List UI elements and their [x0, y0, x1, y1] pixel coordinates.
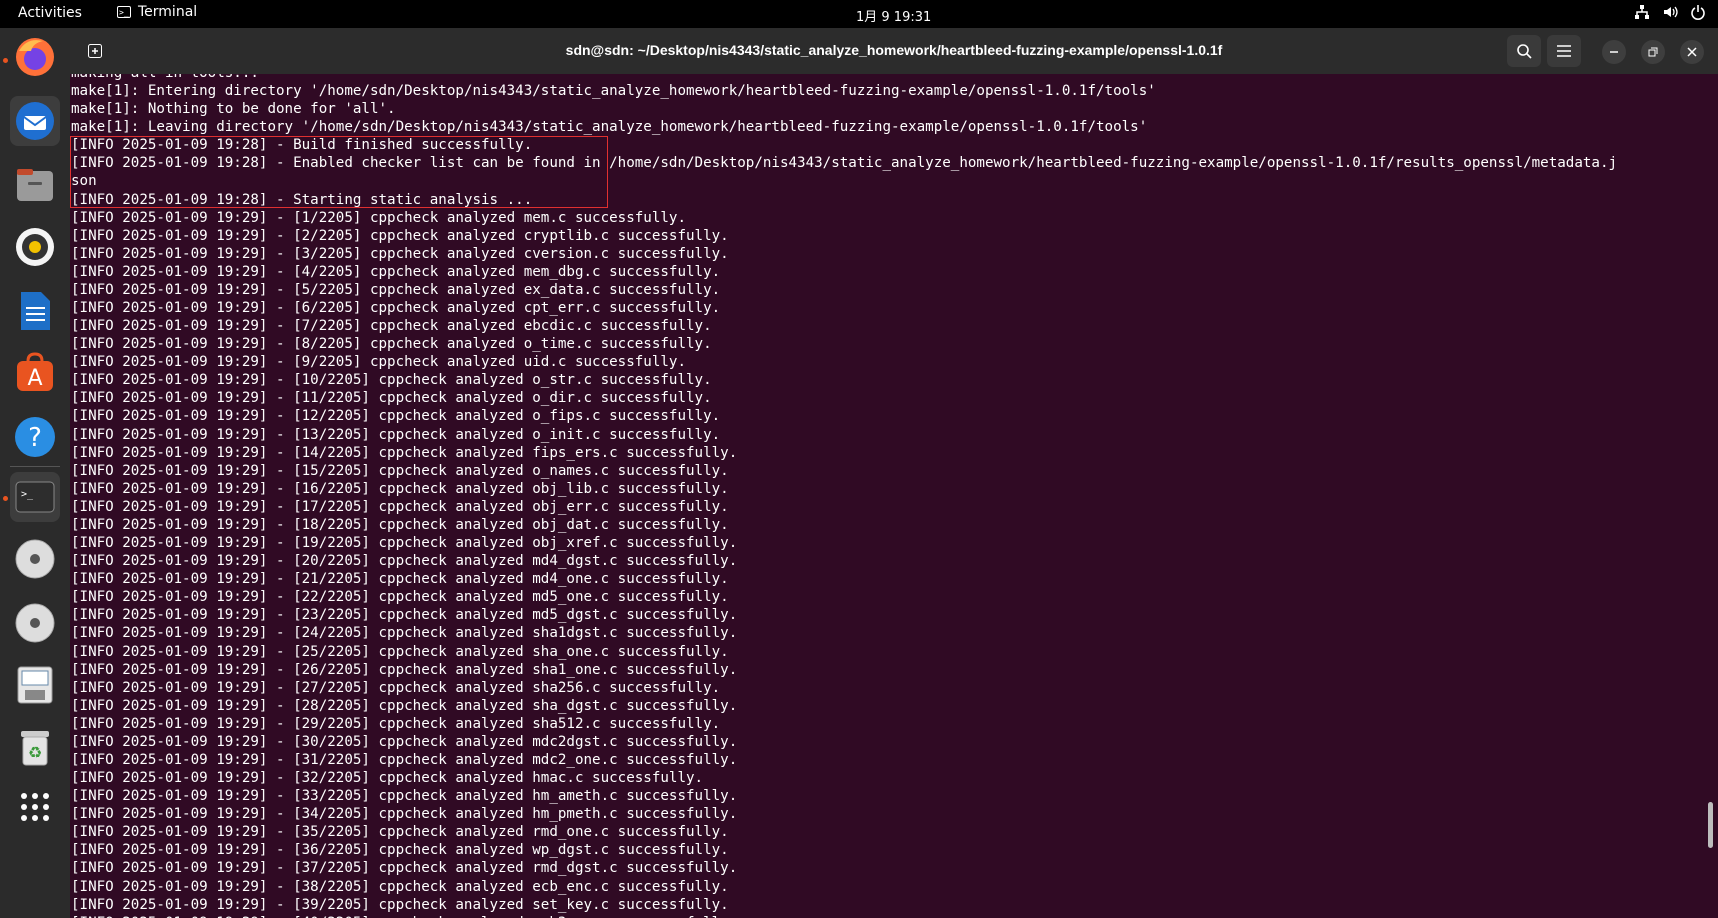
terminal-line: [INFO 2025-01-09 19:29] - [26/2205] cppc… — [71, 661, 738, 678]
help-icon[interactable]: ? — [10, 412, 60, 462]
app-center-icon[interactable]: A — [10, 348, 60, 398]
terminal-line: [INFO 2025-01-09 19:29] - [27/2205] cppc… — [71, 679, 721, 696]
restore-icon — [1648, 47, 1658, 57]
terminal-line: [INFO 2025-01-09 19:29] - [37/2205] cppc… — [71, 860, 738, 877]
terminal-line: [INFO 2025-01-09 19:29] - [30/2205] cppc… — [71, 733, 738, 750]
terminal-line: [INFO 2025-01-09 19:29] - [38/2205] cppc… — [71, 878, 729, 895]
terminal-line: [INFO 2025-01-09 19:29] - [29/2205] cppc… — [71, 715, 721, 732]
terminal-line: [INFO 2025-01-09 19:28] - Starting stati… — [71, 191, 533, 208]
terminal-line: [INFO 2025-01-09 19:29] - [34/2205] cppc… — [71, 806, 738, 823]
dock-separator — [10, 466, 60, 467]
dvd-icon[interactable] — [10, 534, 60, 584]
terminal-line: [INFO 2025-01-09 19:29] - [13/2205] cppc… — [71, 426, 721, 443]
terminal-line: [INFO 2025-01-09 19:29] - [5/2205] cppch… — [71, 281, 721, 298]
maximize-button[interactable] — [1641, 40, 1665, 64]
svg-text:?: ? — [28, 423, 42, 453]
dvd-icon[interactable] — [10, 598, 60, 648]
app-name: Terminal — [138, 4, 198, 20]
save-disk-icon[interactable] — [10, 660, 60, 710]
terminal-line: son — [71, 173, 97, 190]
terminal-line: [INFO 2025-01-09 19:28] - Enabled checke… — [71, 155, 1618, 172]
terminal-line: [INFO 2025-01-09 19:29] - [11/2205] cppc… — [71, 390, 712, 407]
terminal-line: [INFO 2025-01-09 19:29] - [2/2205] cppch… — [71, 227, 729, 244]
terminal-line: make[1]: Leaving directory '/home/sdn/De… — [71, 119, 1148, 136]
terminal-line: [INFO 2025-01-09 19:29] - [3/2205] cppch… — [71, 245, 729, 262]
minimize-icon — [1610, 51, 1618, 53]
system-tray[interactable] — [1634, 4, 1706, 20]
close-button[interactable] — [1680, 40, 1704, 64]
terminal-line: [INFO 2025-01-09 19:29] - [25/2205] cppc… — [71, 643, 729, 660]
terminal-icon[interactable]: >_ — [10, 472, 60, 522]
terminal-app-icon: >_ — [117, 6, 131, 18]
terminal-line: [INFO 2025-01-09 19:29] - [1/2205] cppch… — [71, 209, 686, 226]
dock: A ? >_ ♻ — [0, 28, 70, 918]
terminal-line: [INFO 2025-01-09 19:28] - Build finished… — [71, 137, 533, 154]
terminal-line: [INFO 2025-01-09 19:29] - [14/2205] cppc… — [71, 444, 738, 461]
top-bar: Activities >_ Terminal 1月 9 19:31 — [0, 0, 1718, 28]
minimize-button[interactable] — [1602, 40, 1626, 64]
terminal-line: make[1]: Nothing to be done for 'all'. — [71, 101, 396, 118]
svg-text:♻: ♻ — [28, 743, 42, 762]
trash-icon[interactable]: ♻ — [10, 722, 60, 772]
thunderbird-icon[interactable] — [10, 96, 60, 146]
terminal-line: [INFO 2025-01-09 19:29] - [9/2205] cppch… — [71, 354, 686, 371]
terminal-line: [INFO 2025-01-09 19:29] - [15/2205] cppc… — [71, 462, 729, 479]
terminal-line: [INFO 2025-01-09 19:29] - [33/2205] cppc… — [71, 788, 738, 805]
window-title: sdn@sdn: ~/Desktop/nis4343/static_analyz… — [565, 42, 1223, 58]
terminal-line: [INFO 2025-01-09 19:29] - [36/2205] cppc… — [71, 842, 729, 859]
app-menu[interactable]: >_ Terminal — [117, 4, 197, 20]
activities-button[interactable]: Activities — [18, 5, 82, 21]
terminal-line: [INFO 2025-01-09 19:29] - [6/2205] cppch… — [71, 300, 721, 317]
svg-text:A: A — [27, 366, 42, 391]
hamburger-icon — [1557, 45, 1571, 57]
terminal-line: [INFO 2025-01-09 19:29] - [7/2205] cppch… — [71, 318, 712, 335]
show-apps-icon[interactable] — [10, 782, 60, 832]
terminal-line: [INFO 2025-01-09 19:29] - [31/2205] cppc… — [71, 751, 738, 768]
network-icon[interactable] — [1634, 4, 1650, 20]
terminal-line: [INFO 2025-01-09 19:29] - [39/2205] cppc… — [71, 896, 729, 913]
running-indicator — [3, 58, 8, 63]
clock[interactable]: 1月 9 19:31 — [856, 6, 931, 25]
window-header-bar: sdn@sdn: ~/Desktop/nis4343/static_analyz… — [70, 28, 1718, 74]
terminal-line: [INFO 2025-01-09 19:29] - [20/2205] cppc… — [71, 553, 738, 570]
terminal-line: [INFO 2025-01-09 19:29] - [16/2205] cppc… — [71, 480, 729, 497]
terminal-line: [INFO 2025-01-09 19:29] - [35/2205] cppc… — [71, 824, 729, 841]
menu-button[interactable] — [1547, 35, 1581, 67]
terminal-line: [INFO 2025-01-09 19:29] - [23/2205] cppc… — [71, 607, 738, 624]
close-icon — [1687, 47, 1697, 57]
terminal-line: [INFO 2025-01-09 19:29] - [21/2205] cppc… — [71, 571, 729, 588]
search-icon — [1517, 44, 1532, 59]
terminal-line: [INFO 2025-01-09 19:29] - [12/2205] cppc… — [71, 408, 721, 425]
files-icon[interactable] — [10, 160, 60, 210]
terminal-line: [INFO 2025-01-09 19:29] - [18/2205] cppc… — [71, 516, 729, 533]
terminal-line: [INFO 2025-01-09 19:29] - [24/2205] cppc… — [71, 625, 738, 642]
volume-icon[interactable] — [1662, 4, 1678, 20]
terminal-line: making all in tools... — [71, 74, 1617, 82]
rhythmbox-icon[interactable] — [10, 222, 60, 272]
running-indicator — [3, 496, 8, 501]
firefox-icon[interactable] — [10, 32, 60, 82]
terminal-line: make[1]: Entering directory '/home/sdn/D… — [71, 83, 1156, 100]
search-button[interactable] — [1507, 35, 1541, 67]
terminal-output[interactable]: making all in tools...make[1]: Entering … — [70, 74, 1718, 918]
power-icon[interactable] — [1690, 4, 1706, 20]
writer-icon[interactable] — [10, 286, 60, 336]
terminal-line: [INFO 2025-01-09 19:29] - [22/2205] cppc… — [71, 589, 729, 606]
scrollbar-thumb[interactable] — [1708, 802, 1713, 848]
terminal-line: [INFO 2025-01-09 19:29] - [4/2205] cppch… — [71, 263, 721, 280]
terminal-line: [INFO 2025-01-09 19:29] - [28/2205] cppc… — [71, 697, 738, 714]
terminal-line: [INFO 2025-01-09 19:29] - [8/2205] cppch… — [71, 336, 712, 353]
terminal-line: [INFO 2025-01-09 19:29] - [19/2205] cppc… — [71, 535, 738, 552]
terminal-line: [INFO 2025-01-09 19:29] - [10/2205] cppc… — [71, 372, 712, 389]
svg-text:>_: >_ — [21, 489, 34, 500]
terminal-line: [INFO 2025-01-09 19:29] - [32/2205] cppc… — [71, 770, 704, 787]
terminal-line: [INFO 2025-01-09 19:29] - [17/2205] cppc… — [71, 498, 729, 515]
terminal-lines: making all in tools...make[1]: Entering … — [71, 74, 1617, 918]
terminal-line: [INFO 2025-01-09 19:29] - [40/2205] cppc… — [71, 914, 1617, 918]
